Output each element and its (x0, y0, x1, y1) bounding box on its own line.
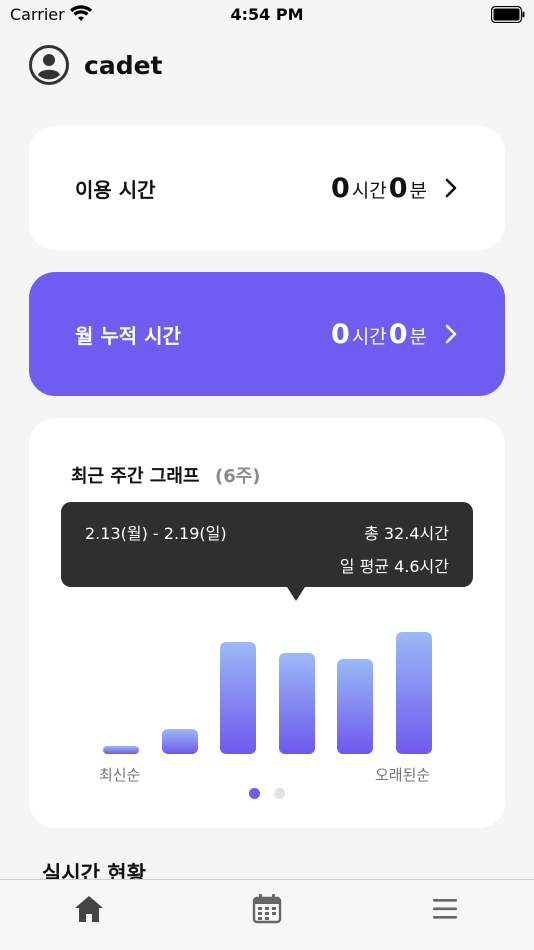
axis-label-oldest: 오래된순 (375, 766, 431, 784)
battery-icon (491, 6, 525, 23)
usage-minutes-unit: 분 (409, 179, 427, 202)
avatar-icon[interactable] (28, 44, 70, 86)
monthly-time-label: 월 누적 시간 (75, 323, 181, 348)
usage-minutes: 0 (388, 172, 408, 204)
monthly-minutes: 0 (388, 318, 408, 350)
monthly-minutes-unit: 분 (409, 325, 427, 348)
tab-bar (0, 879, 534, 950)
profile-header[interactable]: cadet (28, 44, 163, 86)
usage-time-card[interactable]: 이용 시간 0 시간 0 분 (29, 126, 505, 250)
usage-hours: 0 (330, 172, 350, 204)
menu-icon[interactable] (428, 892, 462, 926)
monthly-time-value: 0 시간 0 분 (331, 319, 429, 350)
calendar-icon[interactable] (250, 892, 284, 926)
tooltip-total: 총 32.4시간 (364, 524, 449, 543)
chart-bar[interactable] (278, 653, 315, 754)
chevron-right-icon[interactable] (443, 177, 459, 199)
username: cadet (84, 50, 163, 80)
monthly-hours-unit: 시간 (351, 325, 387, 348)
graph-tooltip: 2.13(월) - 2.19(일) 총 32.4시간 일 평균 4.6시간 (61, 502, 473, 601)
tooltip-date-range: 2.13(월) - 2.19(일) (85, 524, 227, 543)
chart-bar[interactable] (161, 729, 198, 754)
clock: 4:54 PM (230, 5, 304, 24)
usage-hours-unit: 시간 (351, 179, 387, 202)
home-icon[interactable] (72, 892, 106, 926)
status-bar: Carrier 4:54 PM (0, 0, 534, 30)
usage-time-label: 이용 시간 (75, 177, 156, 202)
tooltip-daily-average: 일 평균 4.6시간 (339, 557, 449, 576)
chart-bar[interactable] (337, 659, 373, 754)
monthly-hours: 0 (330, 318, 350, 350)
weekly-graph-card[interactable]: 최근 주간 그래프 (6주) 2.13(월) - 2.19(일) 총 32.4시… (29, 418, 505, 828)
page-indicator-dot[interactable] (274, 788, 285, 799)
chart-bar[interactable] (220, 642, 256, 754)
chevron-right-icon[interactable] (443, 323, 459, 345)
chart-bar[interactable] (395, 631, 432, 754)
monthly-time-card[interactable]: 월 누적 시간 0 시간 0 분 (29, 272, 505, 396)
page-indicator-dot-active[interactable] (249, 788, 260, 799)
usage-time-value: 0 시간 0 분 (331, 173, 429, 204)
chart-bar[interactable] (103, 745, 139, 754)
axis-label-newest: 최신순 (99, 766, 141, 784)
